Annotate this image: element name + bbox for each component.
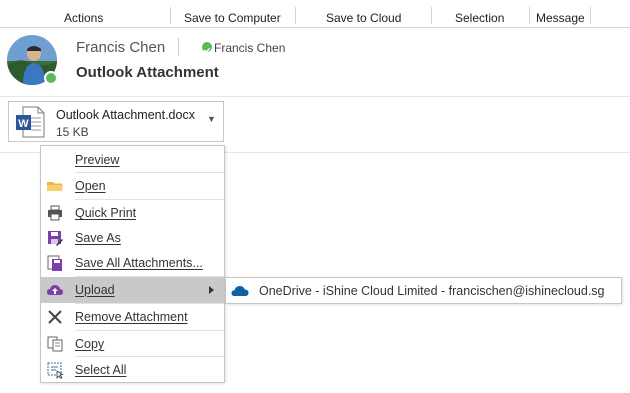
- sender-name[interactable]: Francis Chen: [76, 39, 165, 56]
- tab-selection[interactable]: Selection: [455, 11, 504, 25]
- menu-item-label: Open: [75, 179, 106, 193]
- ribbon-divider: [431, 7, 432, 24]
- tab-message[interactable]: Message: [536, 11, 585, 25]
- recipient-name[interactable]: Francis Chen: [214, 41, 285, 55]
- menu-item-copy[interactable]: Copy: [41, 331, 224, 357]
- save-all-icon: [46, 254, 64, 272]
- header-divider-line: [0, 96, 630, 97]
- menu-item-remove-attachment[interactable]: Remove Attachment: [41, 304, 224, 330]
- attachment-file-size: 15 KB: [56, 125, 89, 139]
- submenu-arrow-icon: [209, 286, 214, 294]
- copy-icon: [46, 335, 64, 353]
- menu-item-save-as[interactable]: Save As: [41, 225, 224, 251]
- tab-actions[interactable]: Actions: [64, 11, 103, 25]
- menu-item-quick-print[interactable]: Quick Print: [41, 200, 224, 226]
- tab-save-to-cloud[interactable]: Save to Cloud: [326, 11, 401, 25]
- recipient-presence-icon: [202, 42, 212, 54]
- save-as-icon: [46, 229, 64, 247]
- menu-item-label: Copy: [75, 337, 105, 351]
- svg-text:W: W: [18, 118, 29, 130]
- menu-item-label: Upload: [75, 283, 115, 297]
- onedrive-cloud-icon: [231, 284, 249, 303]
- tab-save-to-computer[interactable]: Save to Computer: [184, 11, 281, 25]
- chevron-down-icon[interactable]: ▼: [207, 114, 216, 124]
- upload-cloud-icon: [46, 281, 64, 299]
- onedrive-upload-option[interactable]: OneDrive - iShine Cloud Limited - franci…: [259, 284, 605, 298]
- attachment-file-name: Outlook Attachment.docx: [56, 108, 195, 122]
- presence-status-icon: [44, 71, 58, 85]
- folder-icon: [46, 177, 64, 195]
- select-all-icon: [46, 361, 64, 380]
- menu-item-label: Preview: [75, 153, 120, 167]
- menu-item-label: Quick Print: [75, 206, 137, 220]
- remove-x-icon: [46, 308, 64, 326]
- ribbon-divider: [529, 7, 530, 24]
- menu-item-label: Save As: [75, 231, 121, 245]
- attachment-context-menu: Preview Open Quick Print Save As Save Al…: [40, 145, 225, 383]
- menu-item-open[interactable]: Open: [41, 173, 224, 199]
- printer-icon: [46, 204, 64, 222]
- attachment-chip[interactable]: W Outlook Attachment.docx 15 KB ▼: [8, 101, 224, 142]
- menu-item-label: Save All Attachments...: [75, 256, 203, 270]
- menu-item-label: Remove Attachment: [75, 310, 188, 324]
- word-document-icon: W: [15, 106, 45, 143]
- message-subject: Outlook Attachment: [76, 64, 219, 81]
- menu-item-select-all[interactable]: Select All: [41, 357, 224, 383]
- menu-item-upload[interactable]: Upload: [41, 277, 224, 303]
- header-divider: [178, 38, 179, 56]
- menu-item-preview[interactable]: Preview: [41, 147, 224, 173]
- menu-item-label: Select All: [75, 363, 127, 377]
- ribbon-divider: [590, 7, 591, 24]
- ribbon: Actions Save to Computer Save to Cloud S…: [0, 0, 630, 28]
- ribbon-divider: [170, 7, 171, 24]
- menu-item-save-all-attachments[interactable]: Save All Attachments...: [41, 250, 224, 276]
- upload-submenu: OneDrive - iShine Cloud Limited - franci…: [225, 277, 622, 304]
- ribbon-divider: [295, 7, 296, 24]
